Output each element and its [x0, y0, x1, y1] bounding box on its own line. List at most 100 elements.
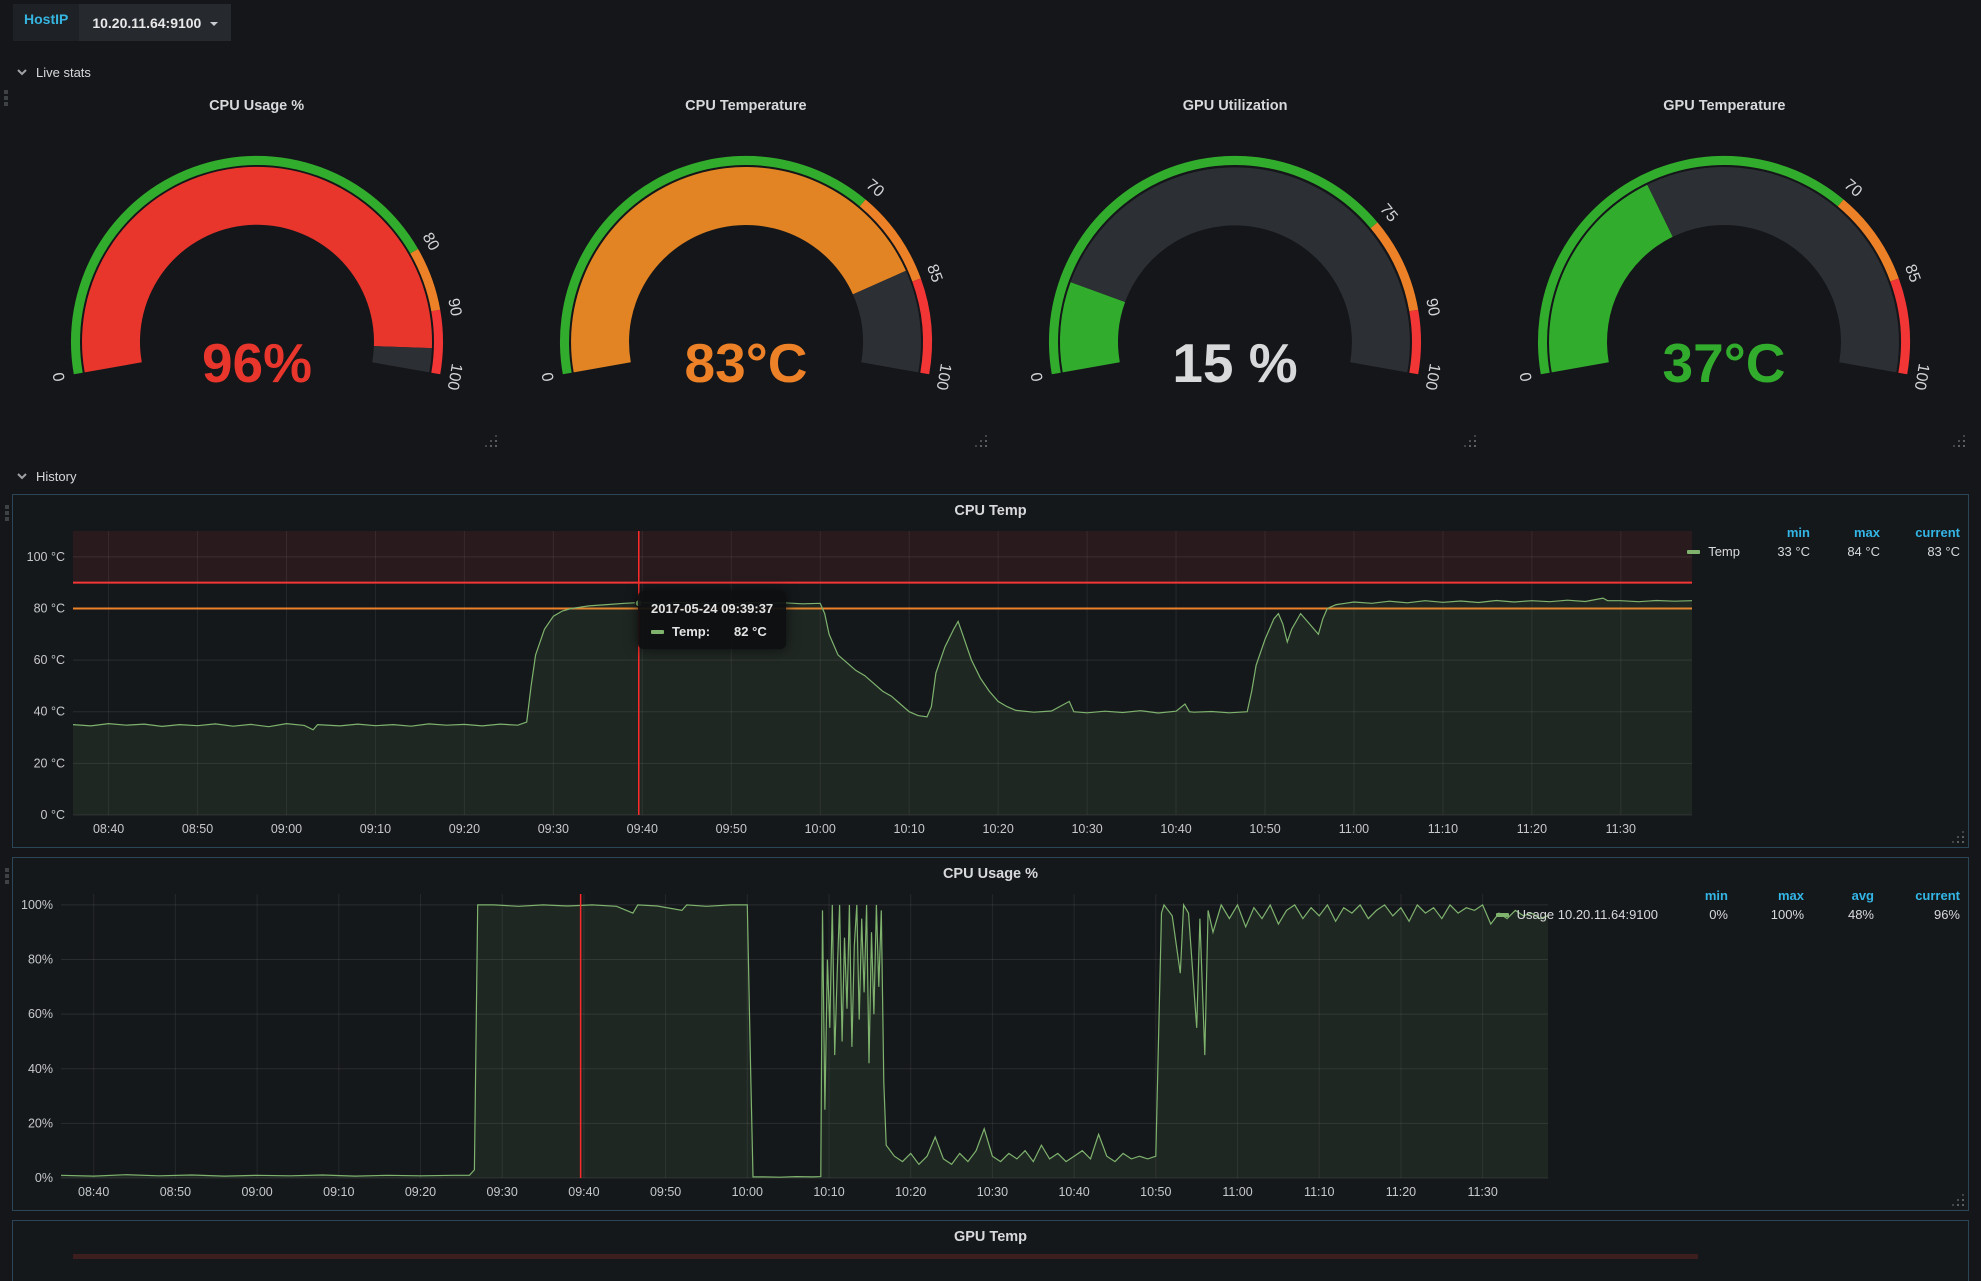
x-axis-label: 09:30 [538, 822, 569, 836]
legend-header-min: min [1658, 888, 1728, 903]
gauge-tick-label: 75 [1376, 201, 1401, 226]
panel-resize-grip[interactable] [975, 435, 988, 448]
gauge-row: CPU Usage % 0809010096% CPU Temperature … [0, 85, 1981, 451]
x-axis-label: 08:50 [182, 822, 213, 836]
gauge-svg: 0809010096% [17, 114, 497, 444]
panel-title[interactable]: CPU Usage % [13, 866, 1968, 882]
template-variable-current-value: 10.20.11.64:9100 [92, 15, 201, 31]
x-axis-label: 11:00 [1222, 1185, 1252, 1199]
x-axis-label: 11:30 [1606, 822, 1636, 836]
gauge-tick-label: 85 [1901, 262, 1923, 285]
legend-series-toggle[interactable]: Temp [1687, 544, 1740, 559]
legend-current-value: 96% [1874, 907, 1960, 922]
panel-cpu-usage-chart: CPU Usage % 0%20%40%60%80%100%08:4008:50… [12, 857, 1969, 1211]
y-axis-label: 20% [28, 1116, 53, 1130]
row-title: History [36, 469, 76, 484]
panel-gpu-temp-chart: GPU Temp [12, 1220, 1969, 1281]
chart-svg: 0 °C20 °C40 °C60 °C80 °C100 °C08:4008:50… [21, 523, 1696, 841]
grafana-dashboard: { "navbar": { "var_label": "HostIP", "va… [0, 0, 1981, 1247]
gauge-tick-label: 0 [1029, 371, 1047, 383]
gauge-tick-label: 80 [418, 230, 442, 254]
legend-current-value: 83 °C [1880, 544, 1960, 559]
gpu-temp-threshold-region [73, 1254, 1698, 1259]
series-color-dash-icon [1687, 550, 1700, 554]
y-axis-label: 0 °C [41, 808, 65, 822]
cpu-usage-chart[interactable]: 0%20%40%60%80%100%08:4008:5009:0009:1009… [21, 886, 1552, 1204]
row-title: Live stats [36, 65, 91, 80]
panel-title[interactable]: CPU Usage % [12, 98, 501, 114]
x-axis-label: 10:00 [732, 1185, 763, 1199]
legend-header-current: current [1874, 888, 1960, 903]
x-axis-label: 10:10 [813, 1185, 844, 1199]
chevron-down-icon [16, 66, 28, 78]
x-axis-label: 11:10 [1428, 822, 1458, 836]
gauge-tick-label: 100 [1911, 362, 1932, 391]
gauge-tick-label: 0 [539, 371, 557, 383]
x-axis-label: 09:10 [323, 1185, 354, 1199]
series-color-dash-icon [651, 630, 664, 634]
panel-cpu-temp-chart: CPU Temp 0 °C20 °C40 °C60 °C80 °C100 °C0… [12, 494, 1969, 848]
chart-tooltip: 2017-05-24 09:39:37 Temp: 82 °C [638, 591, 786, 649]
legend-min-value: 0% [1658, 907, 1728, 922]
x-axis-label: 09:10 [360, 822, 391, 836]
gauge-svg: 0708510083°C [506, 114, 986, 444]
gauge-value: 15 % [1172, 332, 1297, 394]
x-axis-label: 10:00 [805, 822, 836, 836]
x-axis-label: 11:20 [1386, 1185, 1416, 1199]
template-variable-label: HostIP [13, 4, 79, 41]
gauge-value: 83°C [684, 332, 807, 394]
legend-header-max: max [1728, 888, 1804, 903]
gauge-svg: 0 75 90 100 15 % [995, 114, 1475, 444]
row-header-history[interactable]: History [16, 467, 1981, 485]
template-variable-value-dropdown[interactable]: 10.20.11.64:9100 [79, 4, 231, 41]
template-variable-hostip[interactable]: HostIP 10.20.11.64:9100 [13, 4, 231, 41]
y-axis-label: 100 °C [27, 550, 65, 564]
legend-header-avg: avg [1804, 888, 1874, 903]
panel-title[interactable]: GPU Temp [13, 1229, 1968, 1245]
series-fill [73, 598, 1692, 815]
panel-resize-grip[interactable] [1952, 1194, 1965, 1207]
legend-min-value: 33 °C [1740, 544, 1810, 559]
gauge-tick-label: 85 [923, 262, 945, 285]
row-drag-handle[interactable] [5, 505, 9, 521]
panel-resize-grip[interactable] [1953, 435, 1966, 448]
panel-title[interactable]: GPU Utilization [991, 98, 1480, 114]
cpu-usage-gauge: 0809010096% [12, 114, 501, 449]
y-axis-label: 60% [28, 1007, 53, 1021]
gauge-tick-label: 90 [1422, 297, 1442, 318]
navbar: HostIP 10.20.11.64:9100 [0, 0, 1981, 41]
x-axis-label: 10:40 [1160, 822, 1191, 836]
panel-resize-grip[interactable] [485, 435, 498, 448]
x-axis-label: 09:40 [568, 1185, 599, 1199]
y-axis-label: 40 °C [34, 705, 65, 719]
gauge-tick-label: 90 [444, 297, 464, 318]
panel-title[interactable]: CPU Temperature [501, 98, 990, 114]
x-axis-label: 08:40 [93, 822, 124, 836]
panel-resize-grip[interactable] [1464, 435, 1477, 448]
y-axis-label: 0% [35, 1171, 53, 1185]
series-fill [61, 905, 1548, 1178]
x-axis-label: 10:50 [1140, 1185, 1171, 1199]
chart-svg: 0%20%40%60%80%100%08:4008:5009:0009:1009… [21, 886, 1552, 1204]
row-header-live-stats[interactable]: Live stats [16, 63, 1981, 81]
panel-title[interactable]: GPU Temperature [1480, 98, 1969, 114]
gauge-tick-label: 100 [1422, 362, 1443, 391]
legend-header-min: min [1740, 525, 1810, 540]
panel-resize-grip[interactable] [1952, 831, 1965, 844]
chevron-down-icon [16, 470, 28, 482]
x-axis-label: 09:40 [627, 822, 658, 836]
x-axis-label: 10:20 [983, 822, 1014, 836]
x-axis-label: 11:10 [1304, 1185, 1334, 1199]
panel-title[interactable]: CPU Temp [13, 503, 1968, 519]
row-drag-handle[interactable] [5, 868, 9, 884]
y-axis-label: 60 °C [34, 653, 65, 667]
legend-series-toggle[interactable]: Usage 10.20.11.64:9100 [1496, 907, 1658, 922]
x-axis-label: 09:20 [449, 822, 480, 836]
x-axis-label: 08:50 [160, 1185, 191, 1199]
cpu-temp-chart[interactable]: 0 °C20 °C40 °C60 °C80 °C100 °C08:4008:50… [21, 523, 1696, 841]
x-axis-label: 10:30 [1071, 822, 1102, 836]
cpu-temp-legend: min max current Temp 33 °C 84 °C 83 °C [1687, 525, 1960, 559]
cpu-usage-legend: min max avg current Usage 10.20.11.64:91… [1496, 888, 1960, 922]
legend-avg-value: 48% [1804, 907, 1874, 922]
x-axis-label: 11:20 [1517, 822, 1547, 836]
